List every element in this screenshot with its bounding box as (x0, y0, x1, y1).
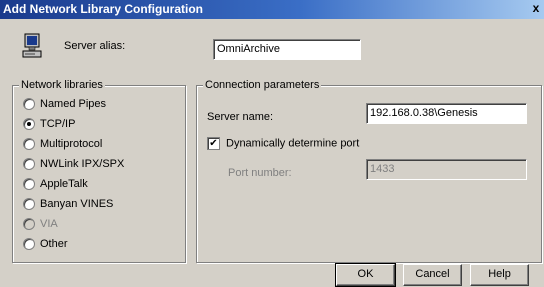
cancel-button[interactable]: Cancel (403, 264, 462, 286)
radio-nwlink-ipx-spx[interactable]: NWLink IPX/SPX (23, 158, 125, 171)
server-computer-icon (22, 33, 42, 58)
radio-label: TCP/IP (40, 118, 76, 130)
connection-parameters-title: Connection parameters (203, 79, 322, 91)
radio-button-icon[interactable] (23, 238, 35, 251)
help-button[interactable]: Help (470, 264, 529, 286)
port-number-input: 1433 (366, 159, 527, 180)
radio-button-icon[interactable] (23, 98, 35, 111)
close-icon[interactable]: x (529, 1, 543, 15)
radio-label: Named Pipes (40, 98, 107, 110)
radio-label: NWLink IPX/SPX (40, 158, 125, 170)
server-alias-label: Server alias: (64, 40, 126, 52)
dynamic-port-checkbox[interactable]: ✔ Dynamically determine port (207, 137, 359, 150)
radio-via: VIA (23, 218, 58, 231)
radio-label: Banyan VINES (40, 198, 114, 210)
radio-tcp-ip[interactable]: TCP/IP (23, 118, 76, 131)
server-name-input[interactable]: 192.168.0.38\Genesis (366, 103, 527, 124)
radio-button-icon (23, 218, 35, 231)
radio-label: Multiprotocol (40, 138, 103, 150)
radio-multiprotocol[interactable]: Multiprotocol (23, 138, 103, 151)
checkmark-icon[interactable]: ✔ (207, 137, 220, 150)
ok-button[interactable]: OK (335, 263, 396, 287)
server-name-label: Server name: (207, 111, 274, 123)
radio-button-icon[interactable] (23, 198, 35, 211)
radio-button-icon[interactable] (23, 158, 35, 171)
radio-button-icon[interactable] (23, 138, 35, 151)
radio-label: Other (40, 238, 68, 250)
radio-banyan-vines[interactable]: Banyan VINES (23, 198, 114, 211)
server-alias-input[interactable]: OmniArchive (213, 39, 361, 60)
radio-appletalk[interactable]: AppleTalk (23, 178, 88, 191)
title-bar: Add Network Library Configuration x (0, 0, 544, 19)
dynamic-port-label: Dynamically determine port (226, 137, 360, 150)
radio-button-icon[interactable] (23, 178, 35, 191)
network-libraries-group: Network libraries Named Pipes TCP/IP Multi… (12, 79, 186, 263)
radio-label: AppleTalk (40, 178, 88, 190)
radio-button-icon[interactable] (23, 118, 35, 131)
network-libraries-title: Network libraries (19, 79, 105, 91)
radio-label: VIA (40, 218, 58, 230)
radio-named-pipes[interactable]: Named Pipes (23, 98, 107, 111)
radio-other[interactable]: Other (23, 238, 68, 251)
window-title: Add Network Library Configuration (3, 2, 204, 16)
port-number-label: Port number: (228, 167, 292, 179)
